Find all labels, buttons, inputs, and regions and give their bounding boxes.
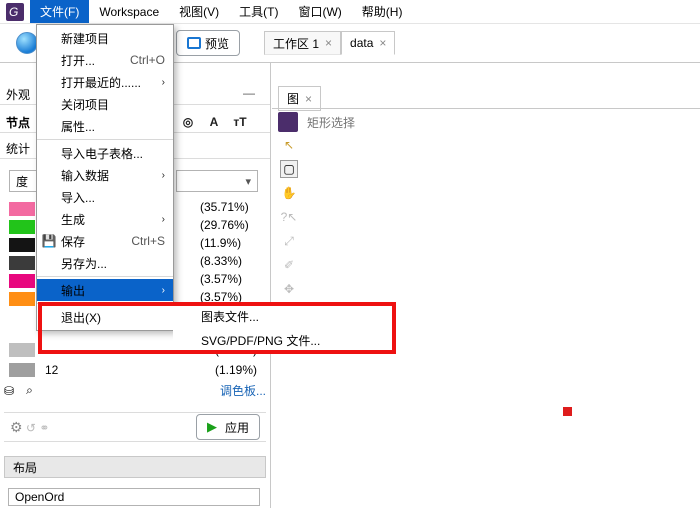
rank-count: 12 <box>45 363 59 377</box>
filter-row: ⛁ ⌕ 调色板... <box>4 382 266 399</box>
rank-percent: (1.19%) <box>215 363 257 377</box>
color-swatch <box>9 363 35 377</box>
letter-a-icon[interactable]: A <box>204 112 224 132</box>
disc-icon[interactable]: ◎ <box>178 112 198 132</box>
marquee-tool-icon[interactable]: ▢ <box>280 160 298 178</box>
app-logo: G <box>6 3 24 21</box>
rank-percent: (11.9%) <box>200 236 249 254</box>
menu-save[interactable]: 💾保存Ctrl+S <box>37 230 173 252</box>
menu-close-project[interactable]: 关闭项目 <box>37 93 173 115</box>
menu-view[interactable]: 视图(V) <box>169 0 229 23</box>
menu-open[interactable]: 打开...Ctrl+O <box>37 49 173 71</box>
close-icon[interactable]: × <box>325 36 332 50</box>
tab-workspace-1[interactable]: 工作区 1 × <box>264 31 341 55</box>
menu-export[interactable]: 输出› <box>37 279 173 301</box>
tab-label: 工作区 1 <box>273 35 319 52</box>
menu-tools[interactable]: 工具(T) <box>229 0 288 23</box>
tab-label: data <box>350 36 373 50</box>
degree-combo[interactable]: ▾ <box>176 170 258 192</box>
color-swatch <box>9 202 35 216</box>
play-icon: ▶ <box>207 419 217 435</box>
pointer-tool-icon[interactable]: ↖ <box>280 136 298 154</box>
hand-tool-icon[interactable]: ✋ <box>280 184 298 202</box>
color-swatch <box>9 238 35 252</box>
menu-help[interactable]: 帮助(H) <box>352 0 413 23</box>
file-menu: 新建项目 打开...Ctrl+O 打开最近的......› 关闭项目 属性...… <box>36 24 174 331</box>
monitor-icon <box>187 37 201 49</box>
rank-percent: (3.57%) <box>200 272 249 290</box>
export-submenu: 图表文件... SVG/PDF/PNG 文件... <box>173 302 393 354</box>
menu-file[interactable]: 文件(F) <box>30 0 89 23</box>
rect-select-label: 矩形选择 <box>307 114 355 131</box>
sizer-tool-icon[interactable]: ⤢ <box>280 232 298 250</box>
close-icon[interactable]: × <box>379 36 386 50</box>
menu-exit[interactable]: 退出(X) <box>37 306 173 328</box>
funnel-icon[interactable]: ⌕ <box>26 383 33 398</box>
menu-import-spreadsheet[interactable]: 导入电子表格... <box>37 142 173 164</box>
link-icon[interactable]: ⚭ <box>39 421 49 435</box>
minimize-icon[interactable]: — <box>238 86 260 100</box>
color-rank-percent: (35.71%)(29.76%)(11.9%)(8.33%)(3.57%)(3.… <box>200 200 249 308</box>
database-icon[interactable]: ⛁ <box>4 384 14 398</box>
gephi-logo-icon <box>278 112 298 132</box>
layout-algo-combo[interactable]: OpenOrd <box>8 488 260 506</box>
overview-icon[interactable] <box>16 32 38 54</box>
gear-icon[interactable]: ⚙ <box>10 419 23 435</box>
chevron-down-icon: ▾ <box>245 175 251 188</box>
tab-data[interactable]: data × <box>341 31 395 55</box>
brush-tool-icon[interactable]: ✐ <box>280 256 298 274</box>
menu-window[interactable]: 窗口(W) <box>288 0 351 23</box>
menu-generate[interactable]: 生成› <box>37 208 173 230</box>
query-tool-icon[interactable]: ?↖ <box>280 208 298 226</box>
degree-label: 度 <box>9 170 37 192</box>
svg-text:G: G <box>9 5 18 19</box>
stats-heading[interactable]: 统计 <box>6 140 30 157</box>
menu-import-data[interactable]: 输入数据› <box>37 164 173 186</box>
appearance-toolbar: ◎ A тT <box>178 112 250 132</box>
vertical-divider <box>270 62 271 508</box>
menu-properties[interactable]: 属性... <box>37 115 173 137</box>
preview-label: 预览 <box>205 35 229 52</box>
menu-save-as[interactable]: 另存为... <box>37 252 173 274</box>
color-swatch <box>9 343 35 357</box>
graph-toolstrip: ↖ ▢ ✋ ?↖ ⤢ ✐ ✥ ◯ <box>278 136 300 322</box>
workspace-tabs: 工作区 1 × data × <box>264 31 395 55</box>
apply-label: 应用 <box>225 419 249 436</box>
color-swatch <box>9 256 35 270</box>
menubar: G 文件(F) Workspace 视图(V) 工具(T) 窗口(W) 帮助(H… <box>0 0 700 24</box>
color-swatch <box>9 220 35 234</box>
nodes-heading[interactable]: 节点 <box>6 114 30 131</box>
menu-import[interactable]: 导入... <box>37 186 173 208</box>
tab-label: 图 <box>287 90 299 107</box>
apply-button[interactable]: ▶ 应用 <box>196 414 260 440</box>
apply-row: ⚙ ↺ ⚭ ▶ 应用 <box>4 412 266 442</box>
rank-percent: (35.71%) <box>200 200 249 218</box>
color-rank-row[interactable]: 12 (1.19%) <box>9 360 265 380</box>
save-icon: 💾 <box>41 234 57 248</box>
close-icon[interactable]: × <box>305 92 312 106</box>
color-swatch <box>9 292 35 306</box>
palette-link[interactable]: 调色板... <box>220 382 266 399</box>
graph-node <box>563 407 572 416</box>
preview-button[interactable]: 预览 <box>176 30 240 56</box>
menu-workspace[interactable]: Workspace <box>89 2 169 22</box>
pan-tool-icon[interactable]: ✥ <box>280 280 298 298</box>
menu-new-project[interactable]: 新建项目 <box>37 27 173 49</box>
layout-panel-header[interactable]: 布局 <box>4 456 266 478</box>
menu-export-svg-pdf-png[interactable]: SVG/PDF/PNG 文件... <box>173 328 393 352</box>
text-size-icon[interactable]: тT <box>230 112 250 132</box>
menu-export-chart-file[interactable]: 图表文件... <box>173 304 393 328</box>
rank-percent: (8.33%) <box>200 254 249 272</box>
reset-icon[interactable]: ↺ <box>26 421 36 435</box>
rank-percent: (29.76%) <box>200 218 249 236</box>
menu-open-recent[interactable]: 打开最近的......› <box>37 71 173 93</box>
appearance-panel-title: 外观 <box>6 86 30 103</box>
color-swatch <box>9 274 35 288</box>
